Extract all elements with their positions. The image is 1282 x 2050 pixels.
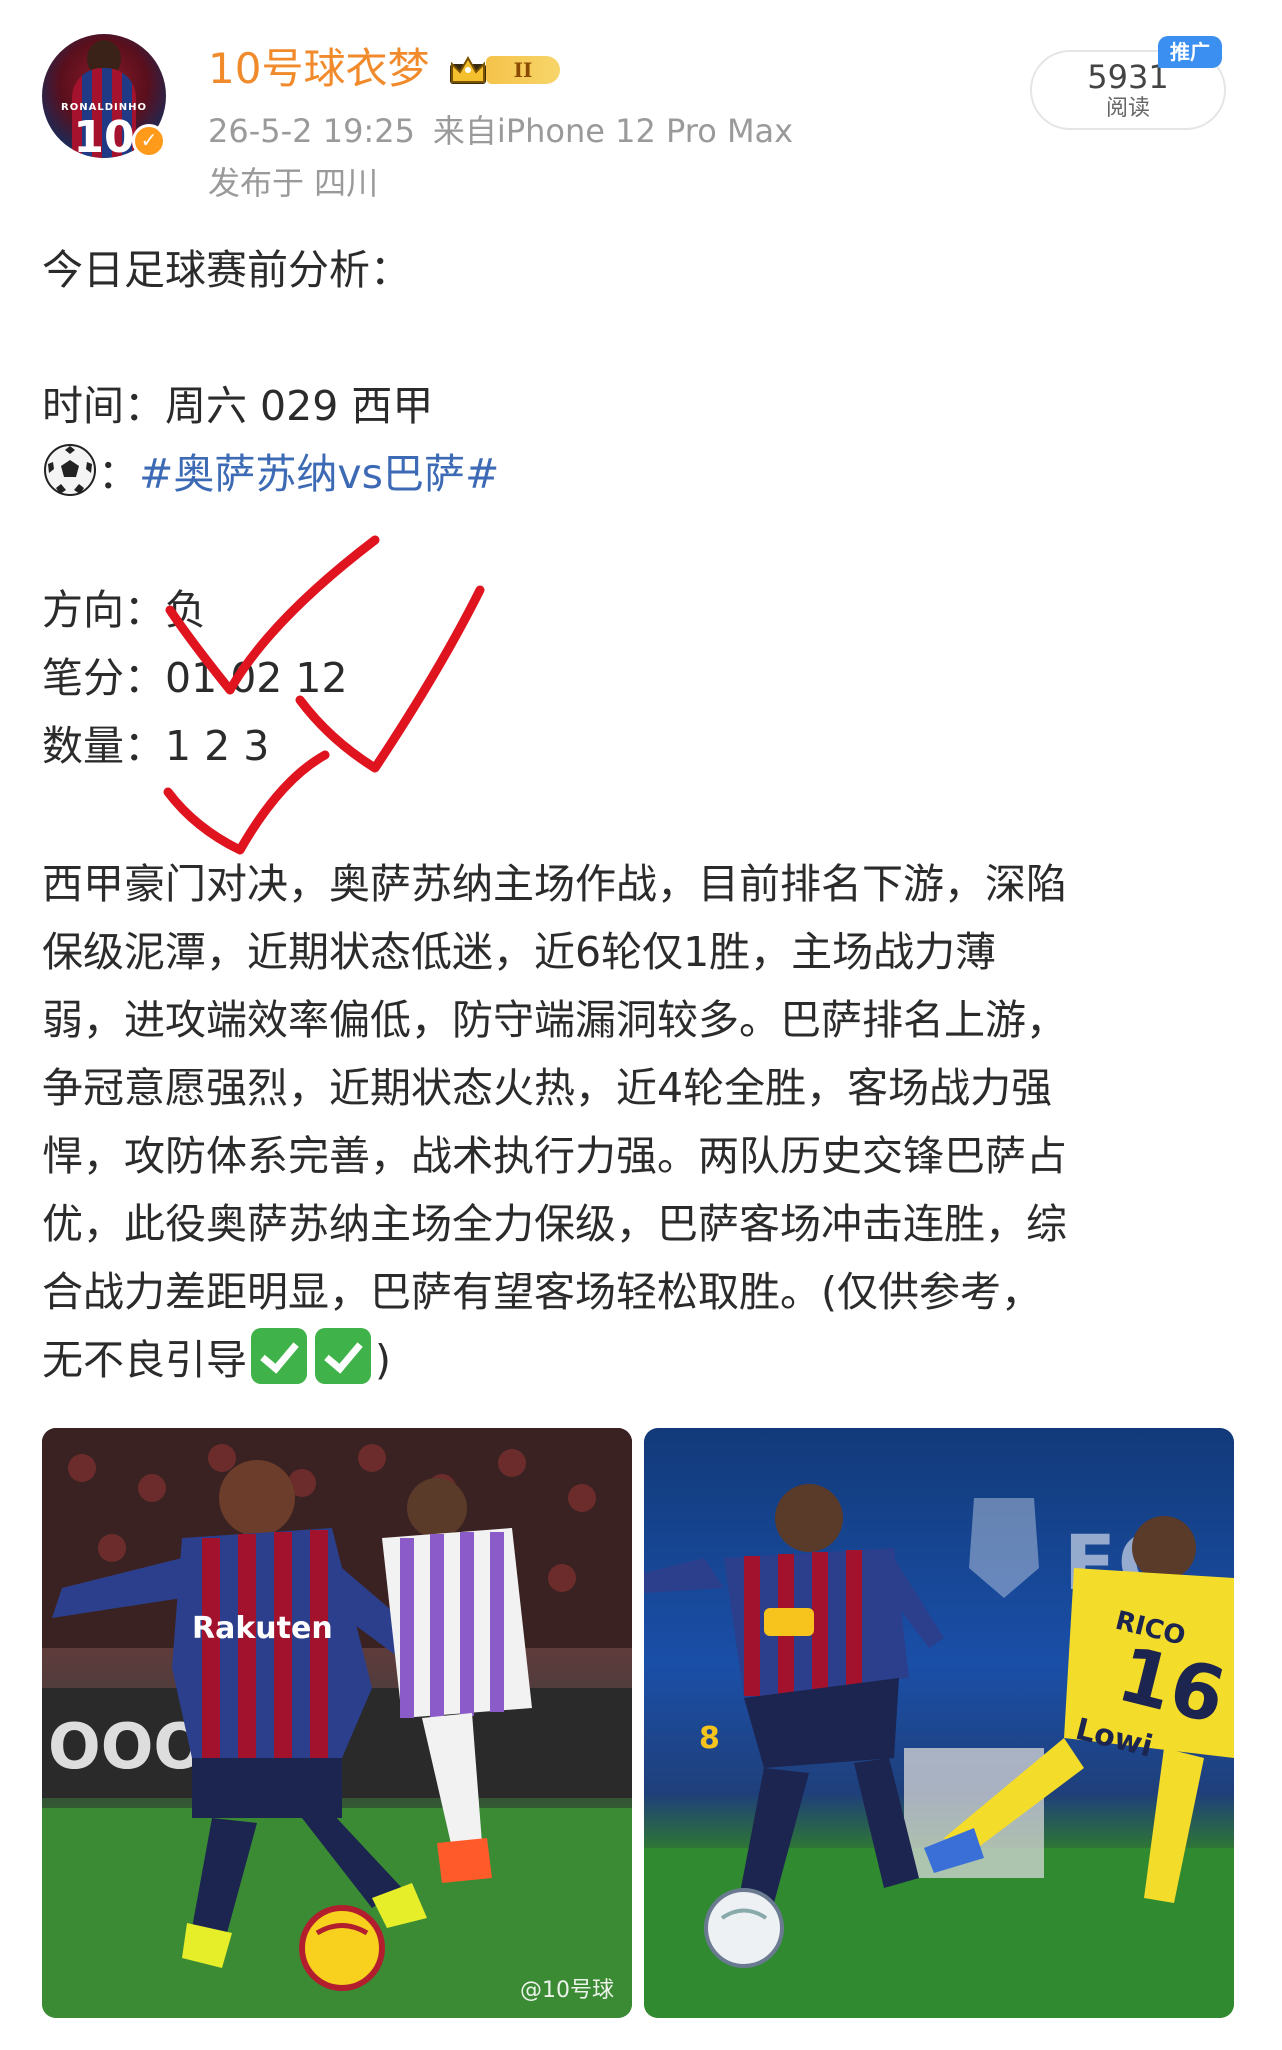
right-photo-illustration: 8 RICO 16 Lowi [644,1484,1234,2018]
score-value: 01 02 12 [165,654,348,702]
username[interactable]: 10号球衣梦 [208,42,429,96]
right-player-number: 8 [699,1721,720,1756]
time-value: 周六 029 西甲 [165,382,434,430]
score-label: 笔分： [42,654,165,702]
post-intro: 今日足球赛前分析： [42,246,411,294]
paragraph-line: 西甲豪门对决，奥萨苏纳主场作战，目前排名下游，深陷 [42,860,1067,908]
post-meta: 26-5-2 19:25 来自iPhone 12 Pro Max [208,110,793,152]
paragraph-last-line: 无不良引导) [42,1326,1252,1394]
post-photo-right[interactable]: FC BA 8 RICO 16 Lowi [644,1428,1234,2018]
verified-badge-icon: ✓ [132,124,166,158]
soccer-ball-icon [44,444,96,496]
time-line: 时间：周六 029 西甲 [42,372,433,440]
left-jersey-sponsor: Rakuten [192,1611,333,1646]
paragraph-line: 争冠意愿强烈，近期状态火热，近4轮全胜，客场战力强 [42,1064,1053,1112]
left-photo-illustration: OOO Rakuten [42,1428,632,2018]
match-line: ：#奥萨苏纳vs巴萨# [42,440,499,508]
time-label: 时间： [42,382,165,430]
paragraph-line: 保级泥潭，近期状态低迷，近6轮仅1胜，主场战力薄 [42,928,997,976]
paragraph-line: 弱，进攻端效率偏低，防守端漏洞较多。巴萨排名上游， [42,996,1067,1044]
rank-badge[interactable]: II [446,50,562,88]
post-source: 来自iPhone 12 Pro Max [432,112,794,150]
check-mark-emoji-icon [315,1328,371,1384]
paragraph-line: 悍，攻防体系完善，战术执行力强。两队历史交锋巴萨占 [42,1132,1067,1180]
post-photo-left[interactable]: OOO Rakuten @10号球 [42,1428,632,2018]
post-location: 发布于 四川 [208,164,379,202]
match-separator: ： [98,450,139,498]
promo-tag[interactable]: 推广 [1158,36,1222,68]
paragraph-line: 合战力差距明显，巴萨有望客场轻松取胜。(仅供参考， [42,1268,1042,1316]
count-line: 数量：1 2 3 [42,712,269,780]
last-line-text: 无不良引导 [42,1336,247,1384]
views-label: 阅读 [1105,96,1150,121]
photo-watermark: @10号球 [520,1978,614,2003]
score-line: 笔分：01 02 12 [42,644,348,712]
match-hashtag[interactable]: #奥萨苏纳vs巴萨# [139,450,499,498]
count-value: 1 2 3 [165,722,270,770]
analysis-paragraph: 西甲豪门对决，奥萨苏纳主场作战，目前排名下游，深陷 保级泥潭，近期状态低迷，近6… [42,850,1252,1394]
paragraph-line: 优，此役奥萨苏纳主场全力保级，巴萨客场冲击连胜，综 [42,1200,1067,1248]
count-label: 数量： [42,722,165,770]
rank-level: II [486,56,560,84]
post-timestamp: 26-5-2 19:25 [208,112,415,150]
direction-line: 方向：负 [42,576,206,644]
direction-value: 负 [165,586,206,634]
direction-label: 方向： [42,586,165,634]
svg-text:OOO: OOO [48,1710,206,1783]
last-line-close: ) [375,1336,391,1384]
check-mark-emoji-icon [251,1328,307,1384]
